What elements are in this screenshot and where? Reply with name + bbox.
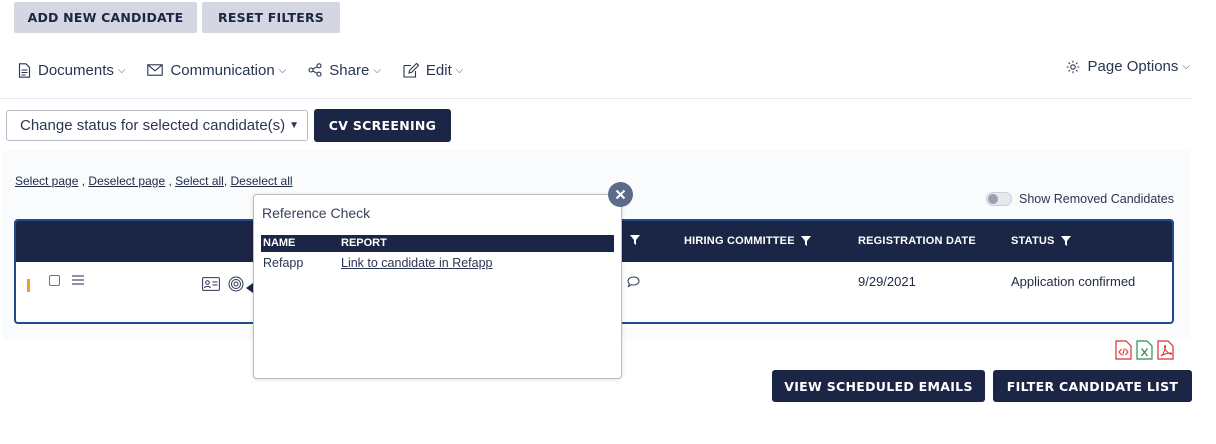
popup-title: Reference Check [262,205,371,221]
chevron-down-icon: ⌵ [278,64,287,76]
page-options-menu[interactable]: Page Options ⌵ [1066,58,1190,75]
filter-icon[interactable] [630,235,640,245]
popup-row-name: Refapp [263,256,304,270]
envelope-icon [147,64,164,76]
xml-file-icon[interactable] [1115,340,1132,360]
contact-card-icon[interactable] [202,277,220,291]
menu-icon[interactable] [72,275,84,285]
toolbar-divider [0,98,1192,99]
chevron-down-icon: ▼ [289,120,299,131]
share-icon [308,63,322,77]
chevron-down-icon: ⌵ [373,64,381,76]
change-status-select[interactable]: Change status for selected candidate(s) … [6,110,308,141]
row-checkbox[interactable] [49,275,60,286]
select-page-link[interactable]: Select page [15,174,78,188]
row-registration-date: 9/29/2021 [858,274,916,289]
gear-icon [1066,60,1079,73]
close-icon[interactable] [608,182,633,207]
deselect-all-link[interactable]: Deselect all [231,174,293,188]
add-new-candidate-button[interactable]: ADD NEW CANDIDATE [14,2,197,33]
column-hiring-committee[interactable]: HIRING COMMITTEE [684,235,811,247]
show-removed-label: Show Removed Candidates [1019,192,1174,206]
share-menu[interactable]: Share ⌵ [308,62,381,79]
selection-links: Select page , Deselect page , Select all… [15,174,293,188]
select-all-link[interactable]: Select all [175,174,224,188]
deselect-page-link[interactable]: Deselect page [88,174,165,188]
view-scheduled-emails-button[interactable]: VIEW SCHEDULED EMAILS [772,370,985,402]
documents-menu[interactable]: Documents ⌵ [18,62,125,79]
popup-row-report-link[interactable]: Link to candidate in Refapp [341,256,493,270]
reference-check-icon[interactable] [228,276,244,292]
change-status-value: Change status for selected candidate(s) [20,117,286,134]
column-registration-date[interactable]: REGISTRATION DATE [858,235,976,247]
chevron-down-icon: ⌵ [455,64,464,76]
filter-icon [800,236,811,246]
communication-menu[interactable]: Communication ⌵ [147,62,286,79]
documents-label: Documents [38,61,114,79]
show-removed-toggle[interactable] [986,192,1012,206]
edit-label: Edit [425,61,452,79]
share-label: Share [329,61,370,79]
row-status: Application confirmed [1011,274,1136,289]
reset-filters-button[interactable]: RESET FILTERS [202,2,340,33]
popup-column-name: NAME [263,237,296,249]
page-options-label: Page Options [1087,58,1179,75]
edit-icon [403,62,419,78]
row-marker [27,279,30,292]
show-removed-toggle-row: Show Removed Candidates [986,192,1174,206]
document-icon [18,62,31,78]
chevron-down-icon: ⌵ [1182,61,1190,72]
popup-column-report: REPORT [341,237,387,249]
comment-icon[interactable] [627,276,640,288]
popup-pointer [246,283,253,293]
toolbar: Documents ⌵ Communication ⌵ Share ⌵ Edit… [18,58,1190,82]
cv-screening-button[interactable]: CV SCREENING [314,109,451,142]
popup-table-header: NAME REPORT [261,235,614,252]
filter-candidate-list-button[interactable]: FILTER CANDIDATE LIST [993,370,1192,402]
communication-label: Communication [170,61,275,79]
chevron-down-icon: ⌵ [117,64,126,76]
excel-file-icon[interactable] [1136,340,1153,360]
export-icons [1115,340,1178,360]
edit-menu[interactable]: Edit ⌵ [403,62,463,79]
column-status[interactable]: STATUS [1011,235,1071,247]
pdf-file-icon[interactable] [1157,340,1174,360]
filter-icon [1060,236,1071,246]
reference-check-popup: Reference Check NAME REPORT Refapp Link … [253,194,622,379]
